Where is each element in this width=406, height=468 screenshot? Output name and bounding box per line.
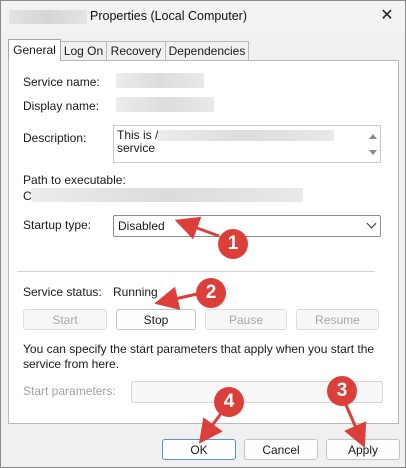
stop-button[interactable]: Stop xyxy=(116,309,196,330)
cancel-button[interactable]: Cancel xyxy=(244,439,318,460)
redacted-description xyxy=(158,130,335,142)
description-field[interactable]: This is / service xyxy=(113,125,381,163)
annotation-marker-2: 2 xyxy=(196,278,226,308)
annotation-marker-3: 3 xyxy=(327,376,357,406)
description-text-line2: service xyxy=(117,141,156,155)
divider xyxy=(17,271,375,272)
pause-button[interactable]: Pause xyxy=(205,309,287,330)
close-icon[interactable]: ✕ xyxy=(373,3,401,29)
resume-button[interactable]: Resume xyxy=(296,309,379,330)
start-parameters-label: Start parameters: xyxy=(23,384,116,398)
apply-button[interactable]: Apply xyxy=(326,439,400,460)
chevron-down-icon xyxy=(366,218,377,229)
description-label: Description: xyxy=(23,131,87,145)
annotation-marker-1: 1 xyxy=(218,229,248,259)
tab-dependencies[interactable]: Dependencies xyxy=(165,41,249,61)
scroll-down-icon[interactable] xyxy=(369,150,377,155)
display-name-label: Display name: xyxy=(23,99,100,113)
start-button[interactable]: Start xyxy=(23,309,107,330)
redacted-path-value xyxy=(31,188,303,202)
window-title: Properties (Local Computer) xyxy=(90,9,248,23)
startup-type-label: Startup type: xyxy=(23,218,92,232)
start-parameters-help-text: You can specify the start parameters tha… xyxy=(23,342,375,371)
service-name-label: Service name: xyxy=(23,75,100,89)
general-tab-panel: Service name: Display name: Description:… xyxy=(8,60,399,424)
redacted-service-name xyxy=(9,10,87,24)
description-scrollbar[interactable] xyxy=(366,126,380,162)
startup-type-value: Disabled xyxy=(118,219,165,233)
title-bar: Properties (Local Computer) ✕ xyxy=(1,1,405,33)
service-status-label: Service status: xyxy=(23,285,102,299)
tab-recovery[interactable]: Recovery xyxy=(106,41,166,61)
ok-button[interactable]: OK xyxy=(162,439,236,460)
path-label: Path to executable: xyxy=(23,173,126,187)
tab-log-on[interactable]: Log On xyxy=(60,41,107,61)
redacted-service-name-value xyxy=(116,73,204,88)
tab-general[interactable]: General xyxy=(8,39,61,61)
startup-type-select[interactable]: Disabled xyxy=(113,215,381,237)
redacted-display-name-value xyxy=(116,97,214,112)
service-status-value: Running xyxy=(113,285,158,299)
scroll-up-icon[interactable] xyxy=(369,134,377,139)
description-text-start: This is / xyxy=(117,128,159,142)
annotation-marker-4: 4 xyxy=(214,387,244,417)
